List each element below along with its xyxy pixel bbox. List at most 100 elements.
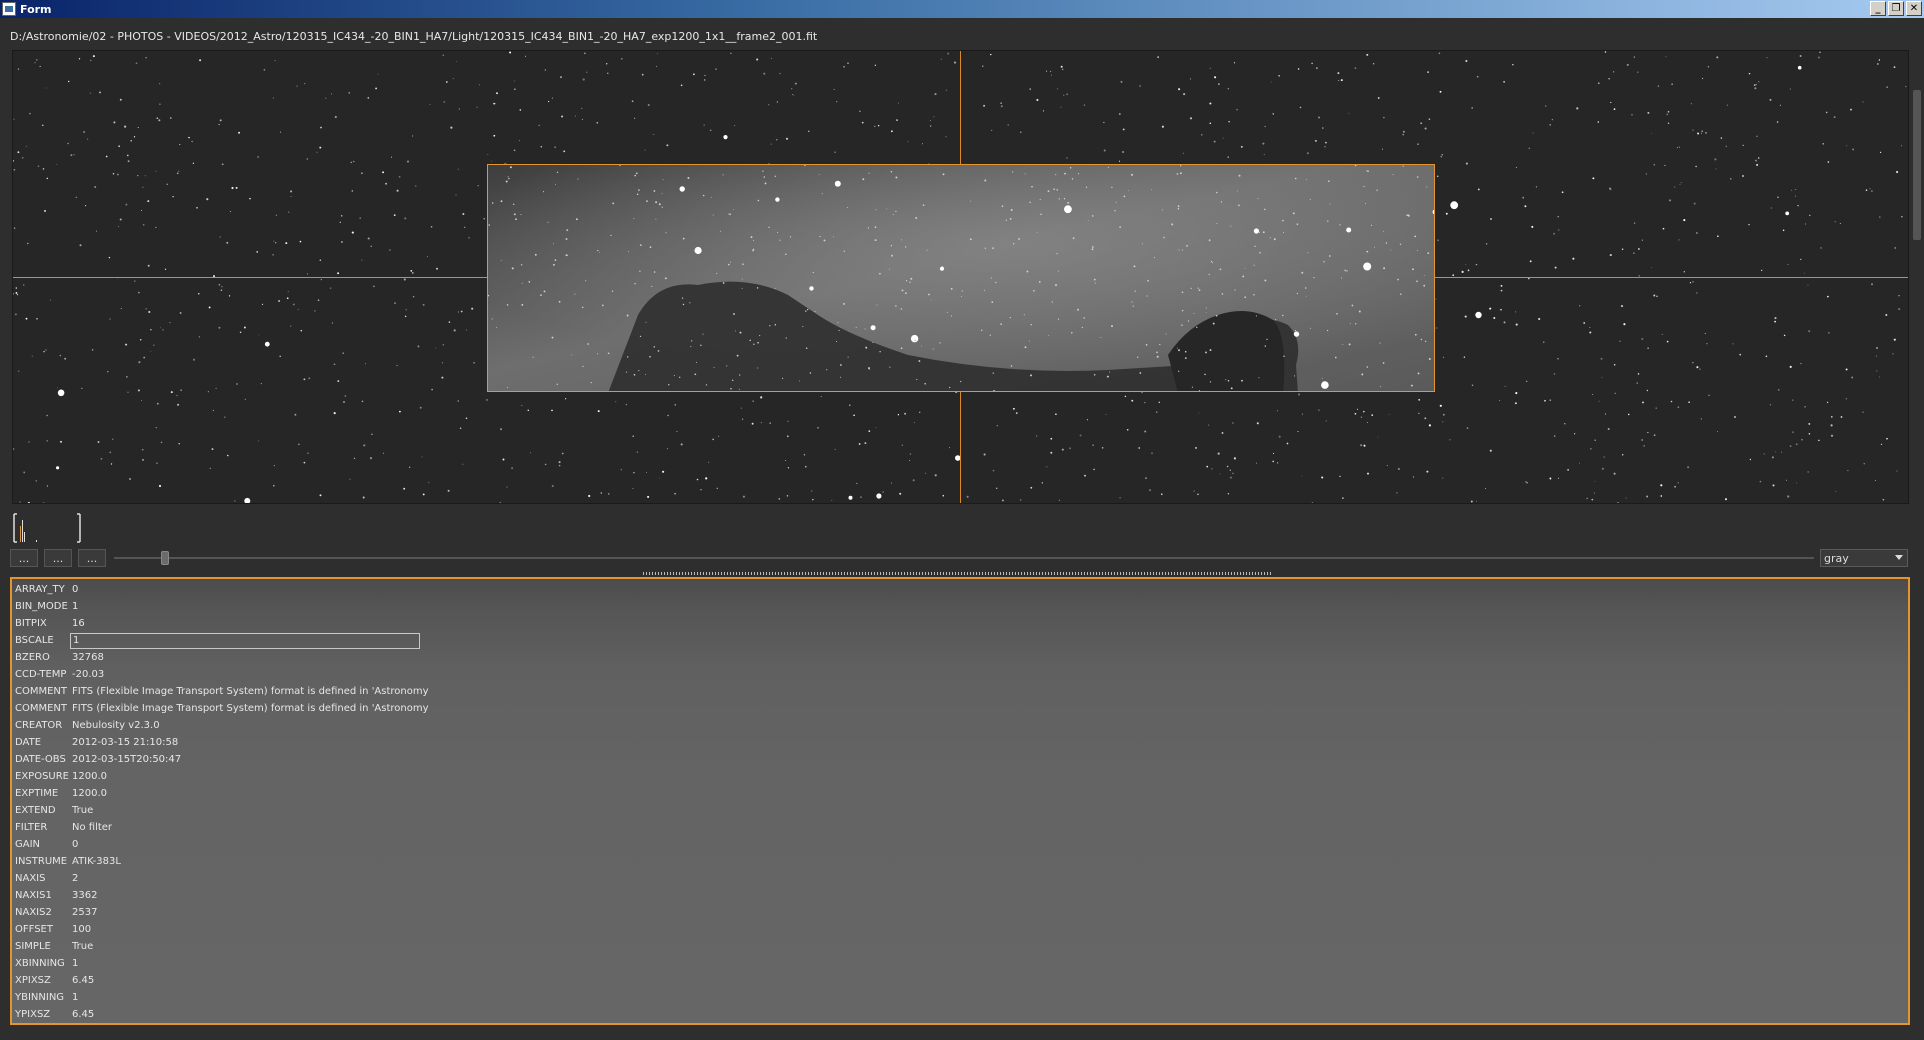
header-key: DATE-OBS — [15, 754, 66, 765]
image-viewer[interactable] — [12, 50, 1909, 504]
table-row[interactable]: OFFSET 100 — [12, 921, 1908, 938]
table-row[interactable]: GAIN 0 — [12, 836, 1908, 853]
header-value: 1 — [72, 992, 79, 1003]
header-key: DATE — [15, 737, 42, 748]
header-value: 1 — [72, 958, 79, 969]
header-key: FILTER — [15, 822, 48, 833]
header-key: ARRAY_TY — [15, 584, 65, 595]
header-value: 1 — [72, 601, 79, 612]
table-row[interactable]: EXTEND True — [12, 802, 1908, 819]
header-key: GAIN — [15, 839, 41, 850]
header-key: CREATOR — [15, 720, 63, 731]
stretch-slider-track[interactable] — [114, 557, 1814, 559]
table-row[interactable]: BITPIX 16 — [12, 615, 1908, 632]
table-row[interactable]: DATE 2012-03-15 21:10:58 — [12, 734, 1908, 751]
table-row[interactable]: COMMENT FITS (Flexible Image Transport S… — [12, 700, 1908, 717]
table-row[interactable]: BSCALE 1 — [12, 632, 1908, 649]
table-row[interactable]: NAXIS2 2537 — [12, 904, 1908, 921]
header-key: XBINNING — [15, 958, 65, 969]
close-button[interactable]: ✕ — [1906, 1, 1922, 16]
header-key: EXPOSURE — [15, 771, 70, 782]
main-window: D:/Astronomie/02 - PHOTOS - VIDEOS/2012_… — [0, 18, 1924, 1040]
fits-header-table[interactable]: ARRAY_TY 0 BIN_MODE 1 BITPIX 16 BSCALE 1 BZERO 32… — [10, 577, 1910, 1025]
header-value: 3362 — [72, 890, 98, 901]
header-key: NAXIS1 — [15, 890, 52, 901]
header-key: COMMENT — [15, 686, 68, 697]
header-key: EXPTIME — [15, 788, 59, 799]
option-button-3[interactable]: ... — [78, 549, 106, 567]
minimize-button[interactable]: _ — [1870, 1, 1886, 16]
chevron-down-icon — [1895, 555, 1903, 560]
table-row[interactable]: SIMPLE True — [12, 938, 1908, 955]
table-row[interactable]: BZERO 32768 — [12, 649, 1908, 666]
header-value: 2 — [72, 873, 79, 884]
header-key: YBINNING — [15, 992, 65, 1003]
header-value: 6.45 — [72, 1009, 95, 1020]
header-key: OFFSET — [15, 924, 53, 935]
header-value: 100 — [72, 924, 92, 935]
header-key: NAXIS2 — [15, 907, 52, 918]
nebula-image — [488, 165, 1434, 391]
table-row[interactable]: CCD-TEMP -20.03 — [12, 666, 1908, 683]
window-title: Form — [20, 2, 52, 16]
header-key: SIMPLE — [15, 941, 51, 952]
header-key: XPIXSZ — [15, 975, 51, 986]
header-value: True — [72, 805, 94, 816]
table-row[interactable]: DATE-OBS 2012-03-15T20:50:47 — [12, 751, 1908, 768]
app-icon — [2, 2, 16, 16]
file-path-label: D:/Astronomie/02 - PHOTOS - VIDEOS/2012_… — [10, 30, 818, 43]
table-row[interactable]: FILTER No filter — [12, 819, 1908, 836]
header-value: 1200.0 — [72, 788, 107, 799]
table-row[interactable]: COMMENT FITS (Flexible Image Transport S… — [12, 683, 1908, 700]
table-row[interactable]: XBINNING 1 — [12, 955, 1908, 972]
header-value: -20.03 — [72, 669, 105, 680]
header-value-editor[interactable]: 1 — [70, 632, 420, 649]
table-row[interactable]: YPIXSZ 6.45 — [12, 1006, 1908, 1023]
table-row[interactable]: ARRAY_TY 0 — [12, 581, 1908, 598]
table-row[interactable]: NAXIS 2 — [12, 870, 1908, 887]
header-key: BIN_MODE — [15, 601, 68, 612]
stretch-slider-handle[interactable] — [161, 551, 169, 565]
histogram — [13, 513, 81, 543]
header-value: 2537 — [72, 907, 98, 918]
colormap-select[interactable]: gray — [1820, 549, 1908, 567]
header-value: 1200.0 — [72, 771, 107, 782]
option-button-1[interactable]: ... — [10, 549, 38, 567]
header-value: True — [72, 941, 94, 952]
viewer-scrollbar[interactable] — [1910, 50, 1924, 504]
header-key: COMMENT — [15, 703, 68, 714]
title-bar: Form _ ❐ ✕ — [0, 0, 1924, 18]
header-key: EXTEND — [15, 805, 56, 816]
header-value: 16 — [72, 618, 85, 629]
header-value: ATIK-383L — [72, 856, 121, 867]
option-button-2[interactable]: ... — [44, 549, 72, 567]
header-value: 6.45 — [72, 975, 95, 986]
header-key: CCD-TEMP — [15, 669, 67, 680]
header-value: FITS (Flexible Image Transport System) f… — [72, 686, 429, 697]
header-value: 0 — [72, 584, 79, 595]
header-value: 0 — [72, 839, 79, 850]
header-value: 2012-03-15 21:10:58 — [72, 737, 179, 748]
table-row[interactable]: XPIXSZ 6.45 — [12, 972, 1908, 989]
table-row[interactable]: YBINNING 1 — [12, 989, 1908, 1006]
header-key: NAXIS — [15, 873, 46, 884]
table-row[interactable]: NAXIS1 3362 — [12, 887, 1908, 904]
header-key: YPIXSZ — [15, 1009, 51, 1020]
table-row[interactable]: INSTRUME ATIK-383L — [12, 853, 1908, 870]
header-key: BITPIX — [15, 618, 47, 629]
table-row[interactable]: CREATOR Nebulosity v2.3.0 — [12, 717, 1908, 734]
header-value: No filter — [72, 822, 113, 833]
header-value: 32768 — [72, 652, 104, 663]
table-row[interactable]: EXPOSURE 1200.0 — [12, 768, 1908, 785]
header-value: Nebulosity v2.3.0 — [72, 720, 160, 731]
zoom-region[interactable] — [487, 164, 1435, 392]
header-value: 2012-03-15T20:50:47 — [72, 754, 182, 765]
header-key: INSTRUME — [15, 856, 68, 867]
colormap-value: gray — [1824, 551, 1849, 565]
header-key: BSCALE — [15, 635, 54, 646]
table-row[interactable]: BIN_MODE 1 — [12, 598, 1908, 615]
maximize-button[interactable]: ❐ — [1888, 1, 1904, 16]
splitter-handle[interactable] — [643, 572, 1271, 575]
header-key: BZERO — [15, 652, 50, 663]
table-row[interactable]: EXPTIME 1200.0 — [12, 785, 1908, 802]
